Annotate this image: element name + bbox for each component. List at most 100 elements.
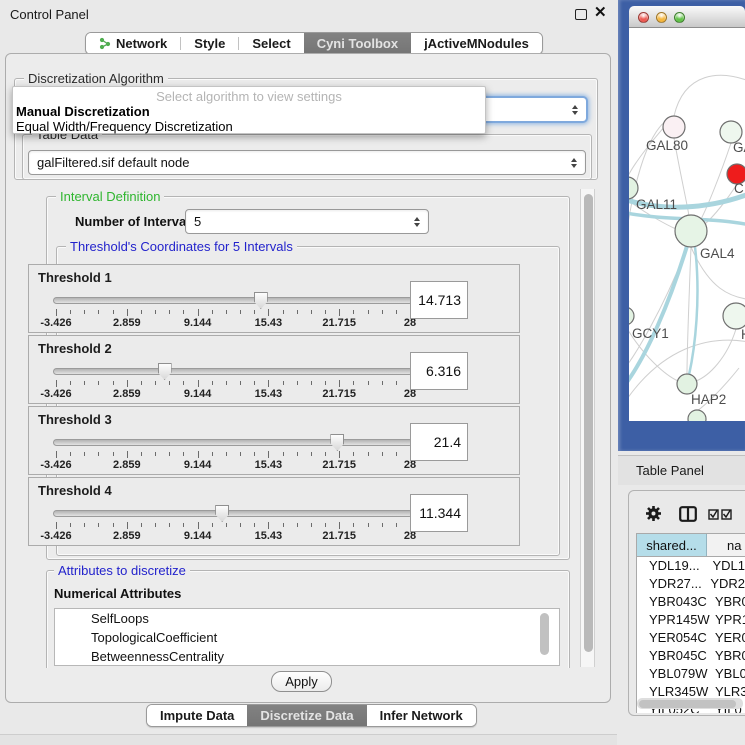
split-columns-icon[interactable] — [679, 506, 697, 522]
network-icon — [99, 37, 111, 50]
tab-label: Select — [252, 36, 290, 51]
slider-thumb[interactable] — [254, 292, 268, 309]
attribute-list-item[interactable]: TopologicalCoefficient — [73, 628, 559, 647]
dropdown-option-manual[interactable]: Manual Discretization — [13, 104, 485, 119]
cell-shared-name[interactable]: YBR045C — [637, 647, 707, 665]
gear-icon[interactable] — [645, 505, 662, 522]
threshold-value-field[interactable]: 14.713 — [410, 281, 468, 319]
number-of-intervals-value: 5 — [194, 214, 201, 229]
slider-thumb[interactable] — [330, 434, 344, 451]
slider-scale-label: -3.426 — [40, 317, 71, 329]
network-node-GCY1[interactable] — [629, 307, 634, 325]
column-header-shared-name[interactable]: shared... — [637, 534, 707, 556]
network-canvas[interactable]: GAL80GACGAL11GAL4GCY1HHAP2 — [629, 28, 745, 421]
dropdown-prompt-item[interactable]: Select algorithm to view settings — [13, 89, 485, 104]
slider-thumb[interactable] — [158, 363, 172, 380]
checkbox-icons[interactable] — [708, 509, 734, 520]
node-table: shared... na YDL19...YDL1YDR27...YDR2YBR… — [636, 533, 745, 713]
tab-infer-network[interactable]: Infer Network — [367, 705, 476, 726]
slider-scale-label: 21.715 — [322, 317, 356, 329]
list-scrollbar[interactable] — [539, 611, 557, 663]
table-row[interactable]: YBR045CYBR0 — [637, 647, 745, 665]
slider-track[interactable] — [53, 368, 413, 375]
network-edge[interactable] — [687, 247, 691, 374]
network-node-HAP2[interactable] — [677, 374, 697, 394]
zoom-traffic-light-icon[interactable] — [674, 12, 685, 23]
threshold-value-field[interactable]: 21.4 — [410, 423, 468, 461]
threshold-label: Threshold 4 — [38, 483, 112, 498]
network-node-node-right-mid[interactable] — [723, 303, 745, 329]
attribute-list-item[interactable]: SelfLoops — [73, 609, 559, 628]
network-edge-highlighted[interactable] — [629, 246, 687, 390]
settings-scrollbar[interactable] — [580, 189, 595, 667]
table-body[interactable]: YDL19...YDL1YDR27...YDR2YBR043CYBR0YPR14… — [636, 557, 745, 713]
apply-button[interactable]: Apply — [271, 671, 332, 692]
tab-select[interactable]: Select — [239, 33, 303, 54]
table-horizontal-scrollbar[interactable] — [637, 698, 743, 709]
combo-stepper-icon[interactable] — [571, 158, 577, 168]
scrollbar-thumb[interactable] — [584, 194, 593, 652]
network-node-node-bottom[interactable] — [688, 410, 706, 421]
cell-name[interactable]: YPR1 — [707, 611, 745, 629]
table-row[interactable]: YER054CYER0 — [637, 629, 745, 647]
tab-label: Infer Network — [380, 708, 463, 723]
network-node-label: GAL11 — [636, 197, 677, 212]
table-row[interactable]: YBL079WYBL0 — [637, 665, 745, 683]
cell-name[interactable]: YDL1 — [704, 557, 745, 575]
table-row[interactable]: YDR27...YDR2 — [637, 575, 745, 593]
table-row[interactable]: YBR043CYBR0 — [637, 593, 745, 611]
cell-name[interactable]: YBR0 — [707, 593, 745, 611]
tab-impute-data[interactable]: Impute Data — [147, 705, 247, 726]
slider-track[interactable] — [53, 439, 413, 446]
cell-shared-name[interactable]: YDL19... — [637, 557, 704, 575]
network-edge[interactable] — [629, 247, 687, 373]
cell-name[interactable]: YBR0 — [707, 647, 745, 665]
network-window-titlebar[interactable] — [629, 6, 745, 28]
cell-shared-name[interactable]: YBL079W — [637, 665, 707, 683]
numerical-attributes-list[interactable]: SelfLoopsTopologicalCoefficientBetweenne… — [54, 608, 560, 666]
column-header-name[interactable]: na — [707, 534, 745, 556]
cell-name[interactable]: YDR2 — [702, 575, 745, 593]
cell-shared-name[interactable]: YDR27... — [637, 575, 702, 593]
threshold-slider-2[interactable]: -3.4262.8599.14415.4321.71528 — [53, 366, 413, 396]
table-row[interactable]: YPR145WYPR1 — [637, 611, 745, 629]
numerical-attributes-label: Numerical Attributes — [54, 586, 181, 601]
threshold-slider-3[interactable]: -3.4262.8599.14415.4321.71528 — [53, 437, 413, 467]
cell-shared-name[interactable]: YPR145W — [637, 611, 707, 629]
tab-cyni-toolbox[interactable]: Cyni Toolbox — [304, 33, 411, 54]
table-row[interactable]: YDL19...YDL1 — [637, 557, 745, 575]
network-node-GAL4[interactable] — [675, 215, 707, 247]
slider-thumb[interactable] — [215, 505, 229, 522]
network-edge[interactable] — [696, 329, 736, 381]
cell-name[interactable]: YER0 — [707, 629, 745, 647]
network-edge[interactable] — [674, 75, 745, 116]
cell-shared-name[interactable]: YER054C — [637, 629, 707, 647]
minimize-traffic-light-icon[interactable] — [656, 12, 667, 23]
combo-stepper-icon[interactable] — [572, 105, 578, 115]
combo-stepper-icon[interactable] — [414, 217, 420, 227]
slider-track[interactable] — [53, 510, 413, 517]
close-traffic-light-icon[interactable] — [638, 12, 649, 23]
attribute-list-item[interactable]: BetweennessCentrality — [73, 647, 559, 666]
tab-jactivemnodules[interactable]: jActiveMNodules — [411, 33, 542, 54]
threshold-value-field[interactable]: 6.316 — [410, 352, 468, 390]
tab-discretize-data[interactable]: Discretize Data — [247, 705, 366, 726]
network-edge[interactable] — [701, 143, 731, 219]
slider-scale-label: -3.426 — [40, 388, 71, 400]
close-icon[interactable]: ✕ — [594, 3, 607, 21]
tab-network[interactable]: Network — [86, 33, 180, 54]
top-tab-bar: NetworkStyle Select Cyni ToolboxjActiveMNo… — [85, 32, 543, 55]
table-data-combobox[interactable]: galFiltered.sif default node — [28, 150, 586, 175]
number-of-intervals-combobox[interactable]: 5 — [185, 209, 429, 234]
dropdown-option-equal-width[interactable]: Equal Width/Frequency Discretization — [13, 119, 485, 134]
threshold-value-field[interactable]: 11.344 — [410, 494, 468, 532]
cell-shared-name[interactable]: YBR043C — [637, 593, 707, 611]
float-window-icon[interactable] — [575, 9, 587, 20]
threshold-slider-4[interactable]: -3.4262.8599.14415.4321.71528 — [53, 508, 413, 538]
network-node-GAL80[interactable] — [663, 116, 685, 138]
tab-style[interactable]: Style — [181, 33, 238, 54]
cell-name[interactable]: YBL0 — [707, 665, 745, 683]
slider-track[interactable] — [53, 297, 413, 304]
slider-ticks — [56, 379, 410, 387]
threshold-slider-1[interactable]: -3.4262.8599.14415.4321.71528 — [53, 295, 413, 325]
